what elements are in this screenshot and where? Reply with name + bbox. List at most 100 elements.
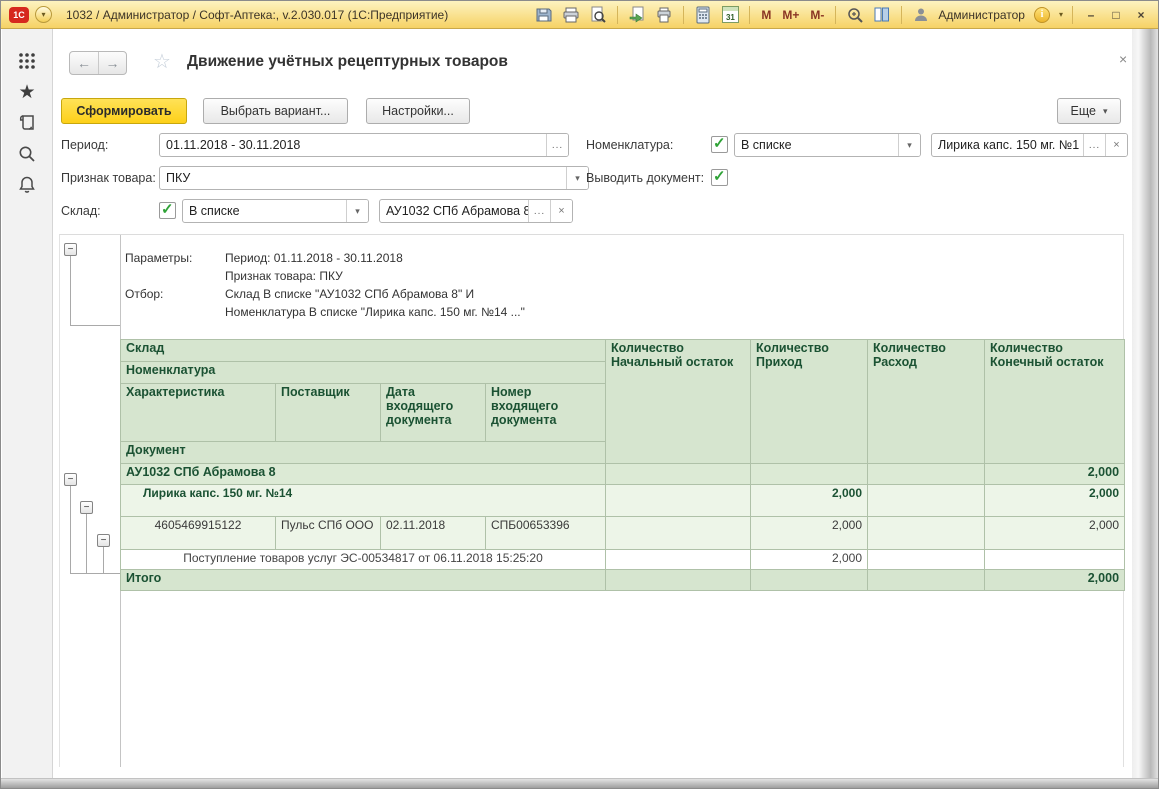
report-cell[interactable]: [606, 485, 751, 517]
warehouse-clear-button[interactable]: ×: [550, 200, 572, 222]
incoming-number-cell[interactable]: СПБ00653396: [486, 517, 606, 550]
report-cell-qty-income[interactable]: 2,000: [751, 550, 868, 570]
choose-variant-button[interactable]: Выбрать вариант...: [203, 98, 348, 124]
split-view-icon[interactable]: [872, 5, 892, 25]
info-icon[interactable]: i: [1032, 5, 1052, 25]
nomenclature-condition-select[interactable]: В списке ▾: [734, 133, 921, 157]
params-collapse-toggle[interactable]: −: [64, 243, 77, 256]
sections-menu-icon[interactable]: [10, 47, 44, 75]
form-close-icon[interactable]: ×: [1119, 51, 1127, 67]
info-caret-icon[interactable]: ▾: [1059, 10, 1063, 19]
favorite-toggle-icon[interactable]: ☆: [153, 49, 171, 74]
nomenclature-condition-value[interactable]: В списке: [735, 134, 898, 156]
minimize-button[interactable]: –: [1082, 8, 1100, 22]
warehouse-picker-button[interactable]: ...: [528, 200, 550, 222]
product-kind-value[interactable]: ПКУ: [160, 167, 566, 189]
report-cell[interactable]: [868, 464, 985, 485]
settings-button[interactable]: Настройки...: [366, 98, 470, 124]
report-cell[interactable]: [868, 517, 985, 550]
group-collapse-toggle-2[interactable]: −: [80, 501, 93, 514]
report-cell[interactable]: [868, 570, 985, 591]
nomenclature-clear-button[interactable]: ×: [1105, 134, 1127, 156]
period-picker-button[interactable]: ...: [546, 134, 568, 156]
header-characteristic[interactable]: Характеристика: [121, 384, 276, 442]
close-button[interactable]: ×: [1132, 8, 1150, 22]
generate-button[interactable]: Сформировать: [61, 98, 187, 124]
load-file-icon[interactable]: [627, 5, 647, 25]
header-supplier[interactable]: Поставщик: [276, 384, 381, 442]
group-collapse-toggle-3[interactable]: −: [97, 534, 110, 547]
warehouse-checkbox[interactable]: ✓: [159, 202, 176, 219]
header-document[interactable]: Документ: [121, 442, 606, 464]
report-cell[interactable]: [751, 570, 868, 591]
system-menu-button[interactable]: ▾: [35, 6, 52, 23]
maximize-button[interactable]: □: [1107, 8, 1125, 22]
warehouse-group-cell[interactable]: АУ1032 СПб Абрамова 8: [121, 464, 606, 485]
incoming-date-cell[interactable]: 02.11.2018: [381, 517, 486, 550]
period-input[interactable]: 01.11.2018 - 30.11.2018 ...: [159, 133, 569, 157]
header-incoming-date[interactable]: Дата входящего документа: [381, 384, 486, 442]
report-cell[interactable]: [868, 485, 985, 517]
report-cell-qty-closing[interactable]: 2,000: [985, 570, 1125, 591]
chevron-down-icon[interactable]: ▾: [566, 167, 588, 189]
show-document-checkbox[interactable]: ✓: [711, 169, 728, 186]
characteristic-cell[interactable]: 4605469915122: [121, 517, 276, 550]
report-cell-qty-income[interactable]: 2,000: [751, 517, 868, 550]
report-cell[interactable]: [606, 464, 751, 485]
nomenclature-value-input[interactable]: Лирика капс. 150 мг. №1 ... ×: [931, 133, 1128, 157]
warehouse-value-input[interactable]: АУ1032 СПб Абрамова 8 ... ×: [379, 199, 573, 223]
header-qty-expense[interactable]: Количество Расход: [868, 340, 985, 464]
nomenclature-group-cell[interactable]: Лирика капс. 150 мг. №14: [121, 485, 606, 517]
warehouse-condition-value[interactable]: В списке: [183, 200, 346, 222]
nomenclature-picker-button[interactable]: ...: [1083, 134, 1105, 156]
report-cell-qty-closing[interactable]: 2,000: [985, 517, 1125, 550]
back-button[interactable]: ←: [70, 52, 98, 74]
group-collapse-toggle-1[interactable]: −: [64, 473, 77, 486]
report-cell-qty-closing[interactable]: 2,000: [985, 485, 1125, 517]
report-cell[interactable]: [868, 550, 985, 570]
calendar-icon[interactable]: 31: [720, 5, 740, 25]
supplier-cell[interactable]: Пульс СПб ООО: [276, 517, 381, 550]
memory-subtract-button[interactable]: M-: [808, 8, 826, 22]
report-cell[interactable]: [606, 517, 751, 550]
warehouse-value[interactable]: АУ1032 СПб Абрамова 8: [380, 200, 528, 222]
header-nomenclature[interactable]: Номенклатура: [121, 362, 606, 384]
header-qty-closing[interactable]: Количество Конечный остаток: [985, 340, 1125, 464]
report-cell-qty-closing[interactable]: 2,000: [985, 464, 1125, 485]
check-icon: ✓: [161, 200, 174, 218]
history-icon[interactable]: [10, 109, 44, 137]
nomenclature-checkbox[interactable]: ✓: [711, 136, 728, 153]
total-cell[interactable]: Итого: [121, 570, 606, 591]
nomenclature-value[interactable]: Лирика капс. 150 мг. №1: [932, 134, 1083, 156]
calculator-icon[interactable]: [693, 5, 713, 25]
product-kind-select[interactable]: ПКУ ▾: [159, 166, 589, 190]
more-button[interactable]: Еще ▾: [1057, 98, 1121, 124]
zoom-icon[interactable]: [845, 5, 865, 25]
memory-recall-button[interactable]: M: [759, 8, 773, 22]
save-icon[interactable]: [534, 5, 554, 25]
notifications-bell-icon[interactable]: [10, 171, 44, 199]
chevron-down-icon[interactable]: ▾: [898, 134, 920, 156]
header-qty-income[interactable]: Количество Приход: [751, 340, 868, 464]
print-document-icon[interactable]: [654, 5, 674, 25]
report-cell[interactable]: [985, 550, 1125, 570]
report-cell[interactable]: [751, 464, 868, 485]
memory-add-button[interactable]: M+: [780, 8, 801, 22]
current-user-label[interactable]: Администратор: [938, 8, 1025, 22]
search-icon[interactable]: [10, 140, 44, 168]
print-preview-icon[interactable]: [588, 5, 608, 25]
report-cell[interactable]: [606, 570, 751, 591]
document-cell[interactable]: Поступление товаров услуг ЭС-00534817 от…: [121, 550, 606, 570]
chevron-down-icon[interactable]: ▾: [346, 200, 368, 222]
report-cell-qty-income[interactable]: 2,000: [751, 485, 868, 517]
table-row: Лирика капс. 150 мг. №14 2,000 2,000: [121, 485, 1125, 517]
report-cell[interactable]: [606, 550, 751, 570]
favorites-icon[interactable]: ★: [10, 78, 44, 106]
period-value[interactable]: 01.11.2018 - 30.11.2018: [160, 134, 546, 156]
forward-button[interactable]: →: [98, 52, 126, 74]
warehouse-condition-select[interactable]: В списке ▾: [182, 199, 369, 223]
print-icon[interactable]: [561, 5, 581, 25]
header-qty-opening[interactable]: Количество Начальный остаток: [606, 340, 751, 464]
header-warehouse[interactable]: Склад: [121, 340, 606, 362]
header-incoming-number[interactable]: Номер входящего документа: [486, 384, 606, 442]
